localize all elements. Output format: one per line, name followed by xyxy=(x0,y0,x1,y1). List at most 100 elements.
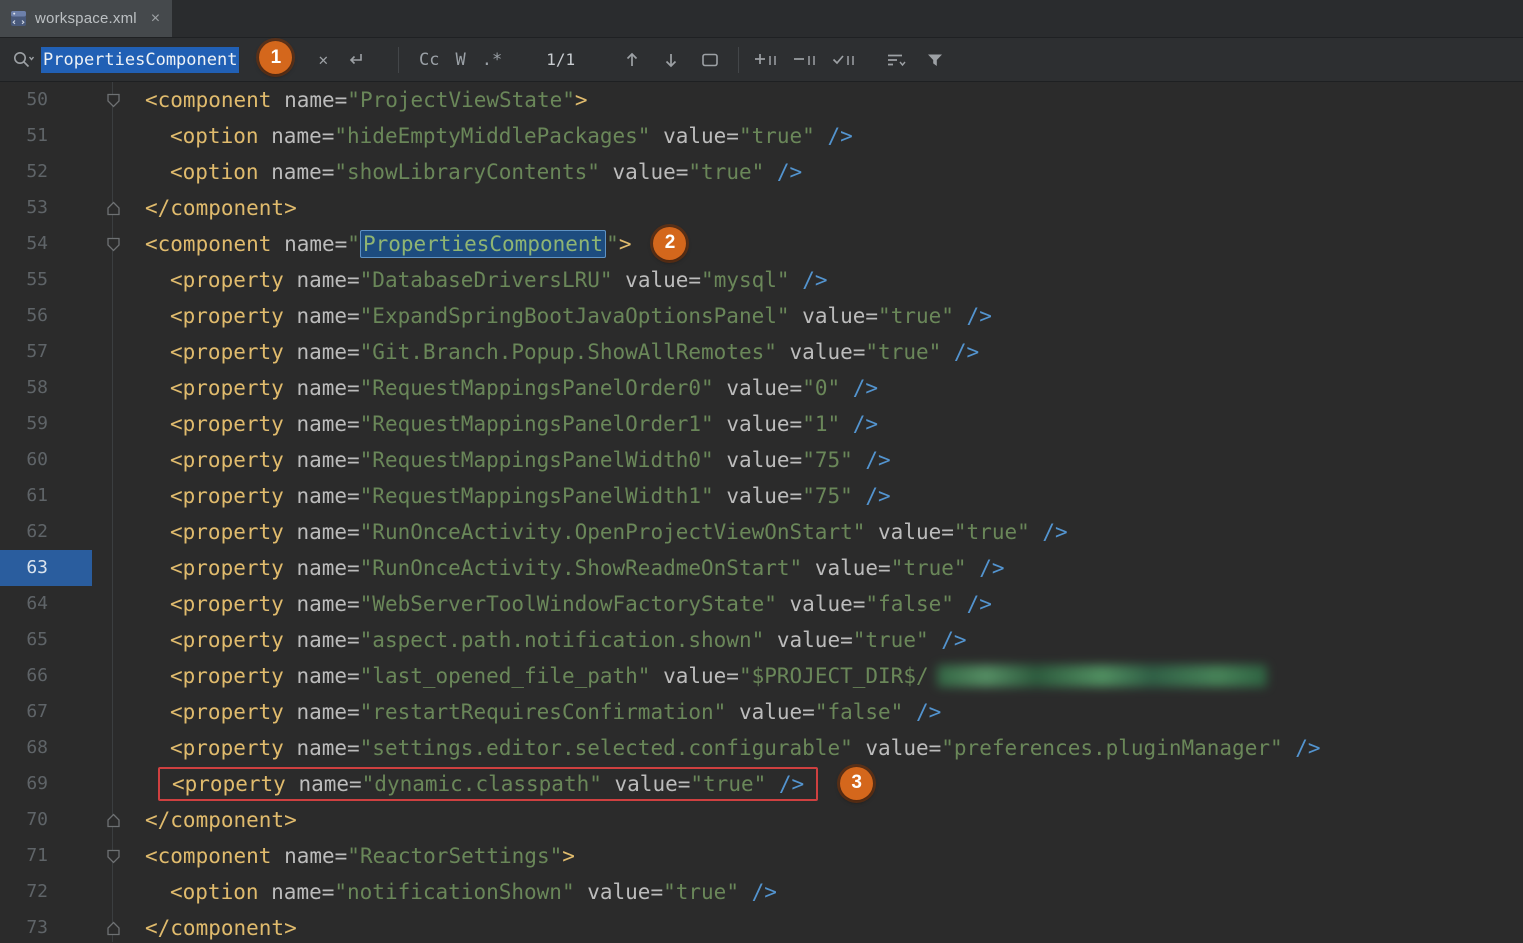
code-line-70[interactable]: 70 </component> xyxy=(0,802,1523,838)
search-icon[interactable] xyxy=(12,50,34,70)
fold-marker[interactable] xyxy=(92,190,134,226)
code-line-52[interactable]: 52<option name="showLibraryContents" val… xyxy=(0,154,1523,190)
add-filter-icon[interactable] xyxy=(750,45,782,75)
code-text: <property name="RunOnceActivity.OpenProj… xyxy=(134,514,1523,550)
fold-marker[interactable] xyxy=(92,226,134,262)
search-query[interactable]: PropertiesComponent xyxy=(41,50,239,70)
filter-funnel-icon[interactable] xyxy=(919,45,951,75)
editor[interactable]: 50<component name="ProjectViewState">51<… xyxy=(0,82,1523,942)
code-text: <option name="showLibraryContents" value… xyxy=(134,154,1523,190)
code-line-71[interactable]: 71<component name="ReactorSettings"> xyxy=(0,838,1523,874)
code-line-63[interactable]: 63<property name="RunOnceActivity.ShowRe… xyxy=(0,550,1523,586)
tab-close-icon[interactable]: × xyxy=(151,10,160,28)
code-token: name= xyxy=(284,268,360,292)
line-number: 56 xyxy=(0,298,92,334)
code-token: "WebServerToolWindowFactoryState" xyxy=(360,592,777,616)
code-token: value= xyxy=(714,412,803,436)
code-token: "mysql" xyxy=(701,268,790,292)
code-token: "true" xyxy=(739,124,815,148)
code-token: "dynamic.classpath" xyxy=(362,772,602,796)
code-token: " xyxy=(347,232,360,256)
code-token: "last_opened_file_path" xyxy=(360,664,651,688)
code-token: "true" xyxy=(688,160,764,184)
code-text: <property name="restartRequiresConfirmat… xyxy=(134,694,1523,730)
code-token: name= xyxy=(284,484,360,508)
code-line-57[interactable]: 57<property name="Git.Branch.Popup.ShowA… xyxy=(0,334,1523,370)
code-token: <component xyxy=(145,844,271,868)
code-line-65[interactable]: 65<property name="aspect.path.notificati… xyxy=(0,622,1523,658)
code-text: </component> xyxy=(134,802,1523,838)
code-line-64[interactable]: 64<property name="WebServerToolWindowFac… xyxy=(0,586,1523,622)
code-token: <property xyxy=(170,628,284,652)
code-token: "RunOnceActivity.OpenProjectViewOnStart" xyxy=(360,520,866,544)
code-line-61[interactable]: 61<property name="RequestMappingsPanelWi… xyxy=(0,478,1523,514)
code-token: " xyxy=(606,232,619,256)
code-text: </component> xyxy=(134,190,1523,226)
search-input[interactable]: PropertiesComponent 1 ✕ xyxy=(10,43,394,76)
annotation-badge-3: 3 xyxy=(840,767,873,800)
editor-tab-workspace-xml[interactable]: workspace.xml × xyxy=(0,0,173,37)
line-number: 54 xyxy=(0,226,92,262)
code-token: name= xyxy=(259,880,335,904)
code-token: value= xyxy=(726,700,815,724)
code-line-60[interactable]: 60<property name="RequestMappingsPanelWi… xyxy=(0,442,1523,478)
code-token: /> xyxy=(954,304,992,328)
code-line-58[interactable]: 58<property name="RequestMappingsPanelOr… xyxy=(0,370,1523,406)
code-line-68[interactable]: 68<property name="settings.editor.select… xyxy=(0,730,1523,766)
code-line-53[interactable]: 53</component> xyxy=(0,190,1523,226)
code-token: /> xyxy=(739,880,777,904)
code-token: "0" xyxy=(802,376,840,400)
fold-marker[interactable] xyxy=(92,910,134,942)
code-line-55[interactable]: 55<property name="DatabaseDriversLRU" va… xyxy=(0,262,1523,298)
code-token: </component> xyxy=(145,196,297,220)
code-lines: 50<component name="ProjectViewState">51<… xyxy=(0,82,1523,942)
code-line-54[interactable]: 54<component name="PropertiesComponent">… xyxy=(0,226,1523,262)
code-line-69[interactable]: 69<property name="dynamic.classpath" val… xyxy=(0,766,1523,802)
code-token: <option xyxy=(170,880,259,904)
code-line-56[interactable]: 56<property name="ExpandSpringBootJavaOp… xyxy=(0,298,1523,334)
fold-gutter xyxy=(92,370,134,406)
code-token: <property xyxy=(172,772,286,796)
code-line-67[interactable]: 67<property name="restartRequiresConfirm… xyxy=(0,694,1523,730)
code-line-66[interactable]: 66<property name="last_opened_file_path"… xyxy=(0,658,1523,694)
match-case-toggle[interactable]: Cc xyxy=(419,50,439,70)
code-line-62[interactable]: 62<property name="RunOnceActivity.OpenPr… xyxy=(0,514,1523,550)
code-line-51[interactable]: 51<option name="hideEmptyMiddlePackages"… xyxy=(0,118,1523,154)
previous-occurrence-button[interactable] xyxy=(616,45,648,75)
code-token: <property xyxy=(170,376,284,400)
code-token: name= xyxy=(284,556,360,580)
clear-search-icon[interactable]: ✕ xyxy=(318,50,328,69)
remove-filter-icon[interactable] xyxy=(789,45,821,75)
regex-toggle[interactable]: .* xyxy=(482,50,502,70)
code-line-59[interactable]: 59<property name="RequestMappingsPanelOr… xyxy=(0,406,1523,442)
code-line-72[interactable]: 72<option name="notificationShown" value… xyxy=(0,874,1523,910)
code-token: "ReactorSettings" xyxy=(347,844,562,868)
line-number: 50 xyxy=(0,82,92,118)
code-token: "RequestMappingsPanelOrder1" xyxy=(360,412,714,436)
next-occurrence-button[interactable] xyxy=(655,45,687,75)
line-number: 60 xyxy=(0,442,92,478)
newline-icon[interactable] xyxy=(346,51,366,69)
search-match-highlight: PropertiesComponent xyxy=(360,230,606,258)
code-token: name= xyxy=(284,520,360,544)
fold-gutter xyxy=(92,478,134,514)
line-number: 70 xyxy=(0,802,92,838)
code-line-50[interactable]: 50<component name="ProjectViewState"> xyxy=(0,82,1523,118)
code-token: /> xyxy=(853,484,891,508)
fold-marker[interactable] xyxy=(92,838,134,874)
code-line-73[interactable]: 73</component> xyxy=(0,910,1523,942)
open-in-find-window-button[interactable] xyxy=(694,45,726,75)
fold-marker[interactable] xyxy=(92,802,134,838)
code-token: "RequestMappingsPanelWidth1" xyxy=(360,484,714,508)
words-toggle[interactable]: W xyxy=(455,50,465,70)
code-token: value= xyxy=(714,484,803,508)
code-token: /> xyxy=(1030,520,1068,544)
code-text: <property name="RunOnceActivity.ShowRead… xyxy=(134,550,1523,586)
code-token: /> xyxy=(766,772,804,796)
code-token: /> xyxy=(1283,736,1321,760)
fold-gutter xyxy=(92,262,134,298)
search-options-icon[interactable] xyxy=(880,45,912,75)
fold-marker[interactable] xyxy=(92,82,134,118)
code-token: "aspect.path.notification.shown" xyxy=(360,628,765,652)
check-filter-icon[interactable] xyxy=(828,45,860,75)
